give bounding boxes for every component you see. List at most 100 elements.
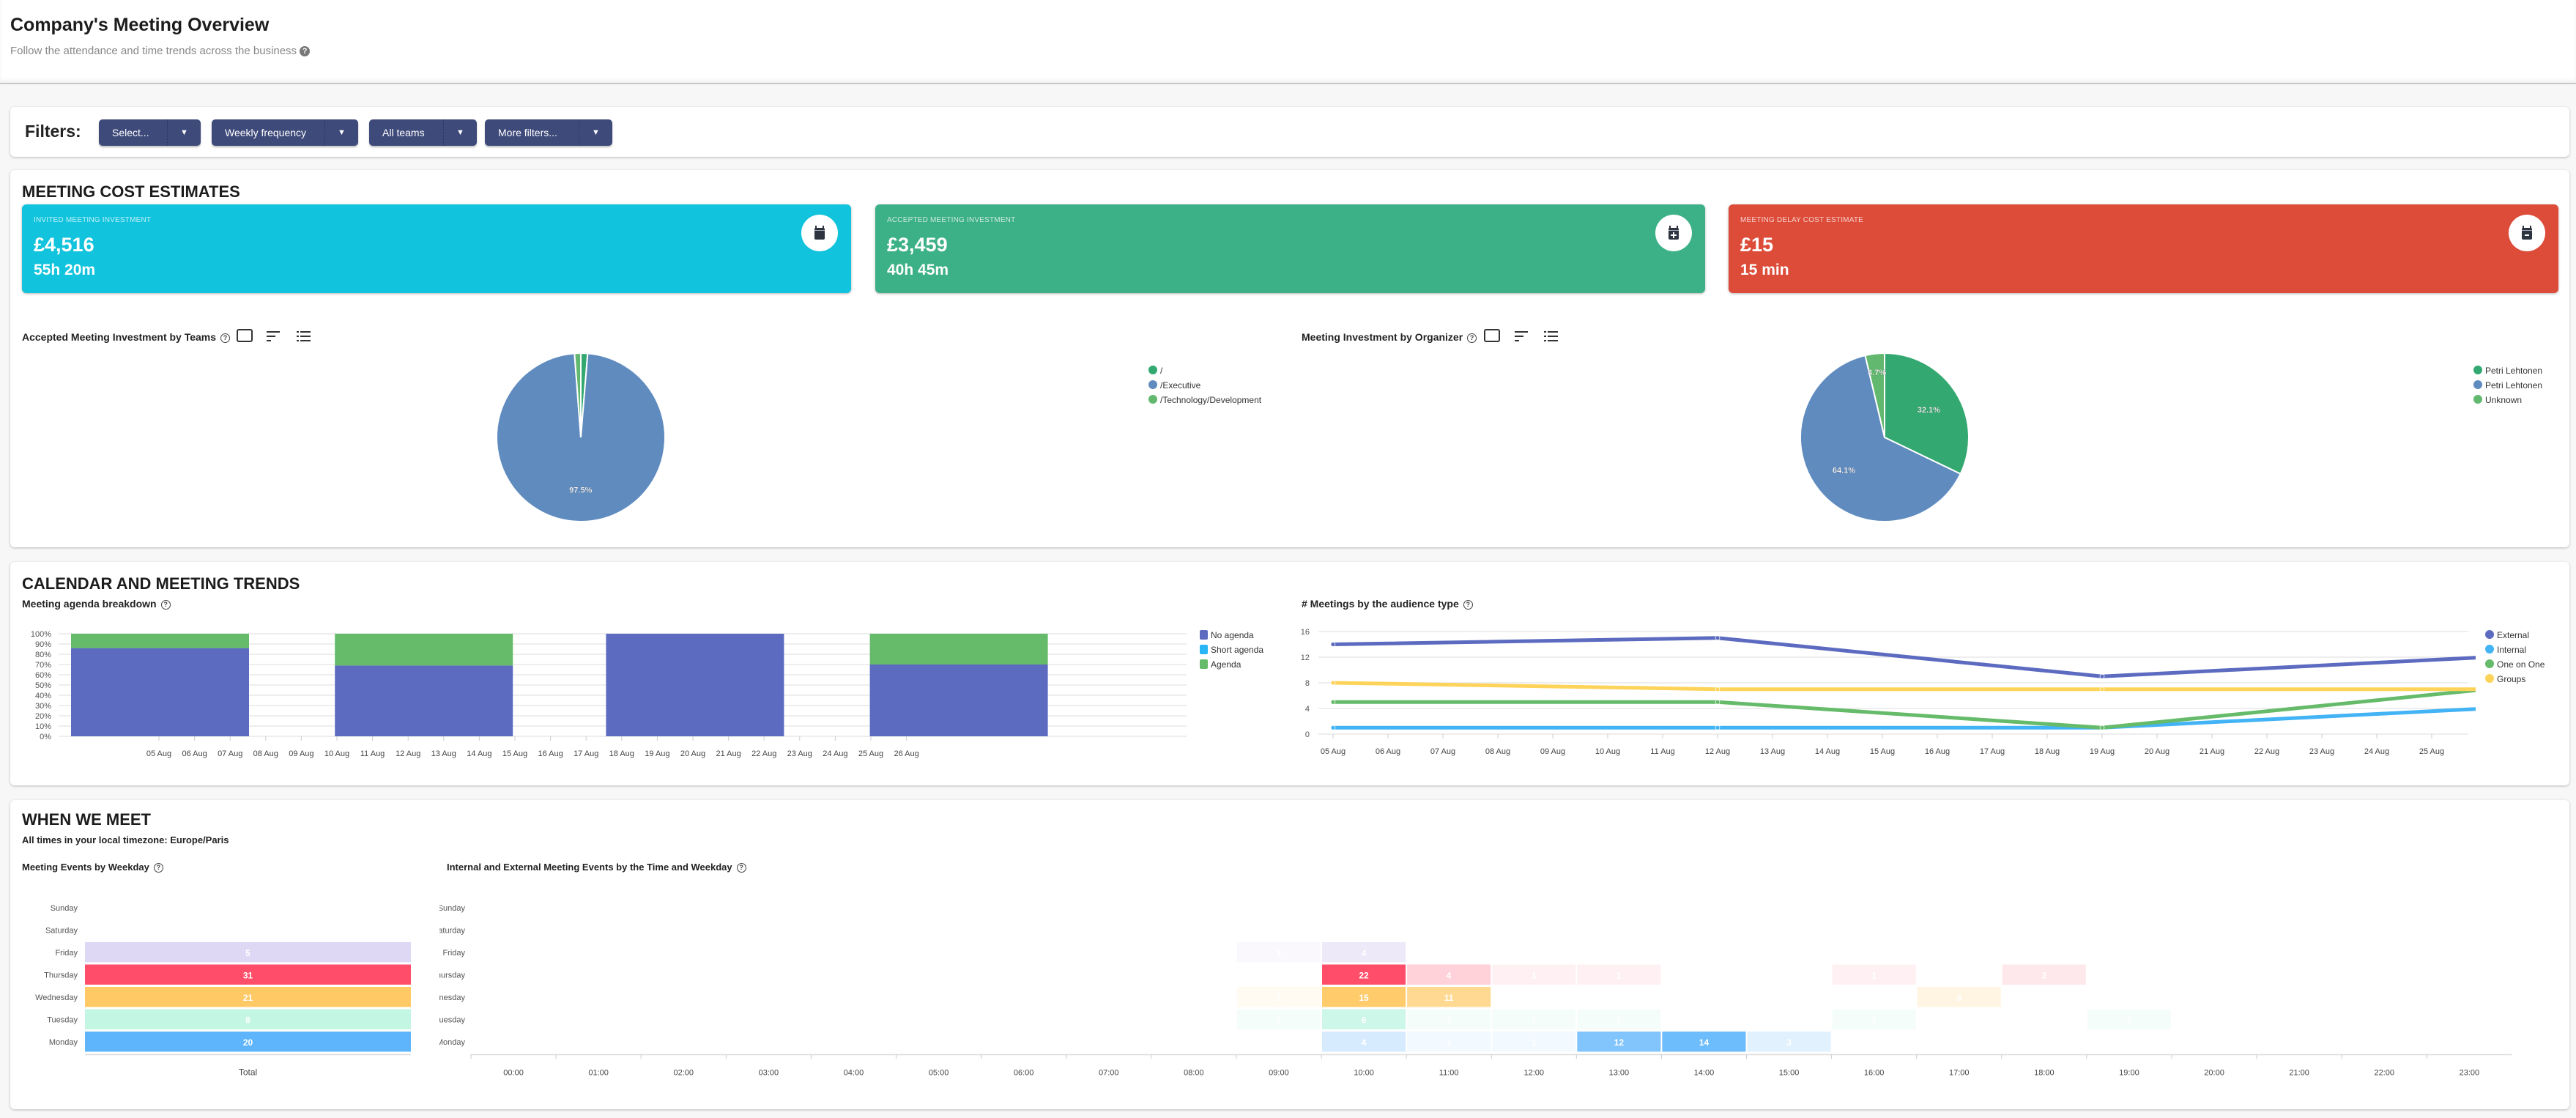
audience-legend: External Internal One on One Groups: [2485, 628, 2545, 686]
x-tick-label: 04:00: [844, 1069, 864, 1078]
fit-screen-icon[interactable]: [1484, 328, 1500, 345]
legend-swatch: [1200, 630, 1208, 640]
legend-item[interactable]: Internal: [2485, 643, 2545, 657]
x-tick-label: 14 Aug: [1815, 747, 1840, 756]
legend-item[interactable]: Groups: [2485, 672, 2545, 686]
time-heatmap-title: Internal and External Meeting Events by …: [447, 862, 746, 873]
sort-icon[interactable]: [1515, 330, 1529, 344]
x-tick-label: 15 Aug: [502, 749, 527, 758]
legend-item[interactable]: Agenda: [1200, 657, 1263, 672]
slice-label: 32.1%: [1918, 406, 1940, 415]
legend-dot: [1148, 395, 1157, 404]
cell-value: 22: [1359, 971, 1369, 981]
bar-segment: [869, 664, 1048, 736]
list-icon[interactable]: [297, 330, 311, 344]
section-title: WHEN WE MEET: [22, 810, 151, 829]
list-icon[interactable]: [1544, 330, 1559, 344]
audience-chart-title: # Meetings by the audience type?: [1302, 598, 1473, 610]
data-point: [1715, 725, 1721, 730]
question-circle-icon[interactable]: ?: [300, 46, 311, 56]
x-tick-label: 18 Aug: [2035, 747, 2060, 756]
data-point: [1330, 642, 1336, 647]
row-label: Sunday: [439, 904, 465, 913]
row-label: Wednesday: [439, 993, 465, 1002]
help-icon[interactable]: ?: [1467, 333, 1477, 343]
help-icon[interactable]: ?: [153, 863, 163, 873]
time-weekday-heatmap: Sunday Saturday Friday Thursday Wednesday Tue…: [439, 904, 2512, 1078]
filters-label: Filters:: [25, 122, 81, 141]
x-tick-label: 15:00: [1779, 1069, 1800, 1078]
x-tick-label: 07:00: [1099, 1069, 1119, 1078]
organizer-pie-legend: Petri Lehtonen Petri Lehtonen Unknown: [2473, 363, 2542, 407]
legend-swatch: [2485, 674, 2494, 683]
filters-bar: Filters: Select... ▼ Weekly frequency ▼ Al…: [10, 107, 2569, 157]
cell-value: 15: [1359, 993, 1369, 1003]
x-tick-label: 23:00: [2460, 1069, 2480, 1078]
data-point: [1715, 699, 1721, 705]
x-tick-label: 00:00: [503, 1069, 524, 1078]
cell-value: 14: [1699, 1037, 1710, 1048]
x-tick-label: 03:00: [759, 1069, 779, 1078]
fit-screen-icon[interactable]: [237, 328, 253, 345]
legend-item[interactable]: Short agenda: [1200, 643, 1263, 657]
bar-segment: [335, 634, 513, 666]
x-tick-label: 17 Aug: [574, 749, 598, 758]
x-tick-label: 21 Aug: [2200, 747, 2224, 756]
sort-icon[interactable]: [267, 330, 281, 344]
row-label: Tuesday: [439, 1016, 465, 1025]
cell-value: 2: [2042, 971, 2047, 981]
row-label: Thursday: [44, 971, 78, 980]
legend-label: Petri Lehtonen: [2485, 380, 2543, 390]
legend-item[interactable]: Petri Lehtonen: [2473, 363, 2542, 378]
x-tick-label: 08 Aug: [1485, 747, 1510, 756]
x-tick-label: 01:00: [588, 1069, 609, 1078]
legend-label: One on One: [2497, 659, 2545, 670]
legend-item[interactable]: External: [2485, 628, 2545, 643]
x-tick-label: 19 Aug: [2090, 747, 2115, 756]
help-icon[interactable]: ?: [160, 600, 171, 610]
x-tick-label: 05 Aug: [146, 749, 171, 758]
y-tick-label: 4: [1305, 705, 1310, 714]
y-tick-label: 12: [1301, 654, 1310, 662]
legend-label: /Technology/Development: [1160, 395, 1262, 405]
x-tick-label: 09 Aug: [289, 749, 313, 758]
cell-value: 12: [1614, 1037, 1625, 1048]
teams-dropdown[interactable]: All teams ▼: [369, 119, 477, 146]
caret-down-icon: ▼: [579, 119, 612, 146]
legend-item[interactable]: /Executive: [1148, 378, 1261, 393]
bar-segment: [869, 634, 1048, 664]
cell-value: 3: [1786, 1037, 1792, 1048]
legend-item[interactable]: Petri Lehtonen: [2473, 378, 2542, 393]
cell-value: 1: [1277, 1015, 1282, 1026]
legend-item[interactable]: No agenda: [1200, 628, 1263, 643]
legend-dot: [1148, 380, 1157, 389]
cell-value: 21: [243, 993, 253, 1003]
y-tick-label: 8: [1305, 679, 1310, 688]
row-label: Monday: [439, 1038, 465, 1047]
legend-item[interactable]: One on One: [2485, 657, 2545, 672]
legend-dot: [2473, 395, 2482, 404]
timezone-note: All times in your local timezone: Europe…: [22, 834, 229, 845]
x-tick-label: 14:00: [1694, 1069, 1715, 1078]
legend-item[interactable]: /Technology/Development: [1148, 393, 1261, 407]
more-filters-dropdown[interactable]: More filters... ▼: [485, 119, 612, 146]
frequency-dropdown[interactable]: Weekly frequency ▼: [212, 119, 358, 146]
cell-value: 1: [1871, 971, 1877, 981]
help-icon[interactable]: ?: [220, 333, 231, 343]
help-icon[interactable]: ?: [1463, 600, 1473, 610]
x-tick-label: 05:00: [929, 1069, 949, 1078]
x-tick-label: 16:00: [1864, 1069, 1885, 1078]
bar-segment: [71, 648, 249, 736]
series-line: [1332, 681, 2476, 692]
y-tick-label: 40%: [35, 692, 51, 700]
x-tick-label: 23 Aug: [2309, 747, 2334, 756]
date-select-dropdown[interactable]: Select... ▼: [99, 119, 201, 146]
row-label: Saturday: [45, 927, 78, 936]
audience-line-chart: 0 4 8 12 16 05 Aug 06 Aug 07 Aug 08 Aug 09 Aug 10 …: [1301, 628, 2476, 756]
data-point: [1330, 680, 1336, 686]
x-tick-label: 12 Aug: [396, 749, 420, 758]
help-icon[interactable]: ?: [736, 863, 746, 873]
teams-pie-chart: 97.5%: [496, 352, 666, 522]
legend-item[interactable]: Unknown: [2473, 393, 2542, 407]
legend-item[interactable]: /: [1148, 363, 1261, 378]
